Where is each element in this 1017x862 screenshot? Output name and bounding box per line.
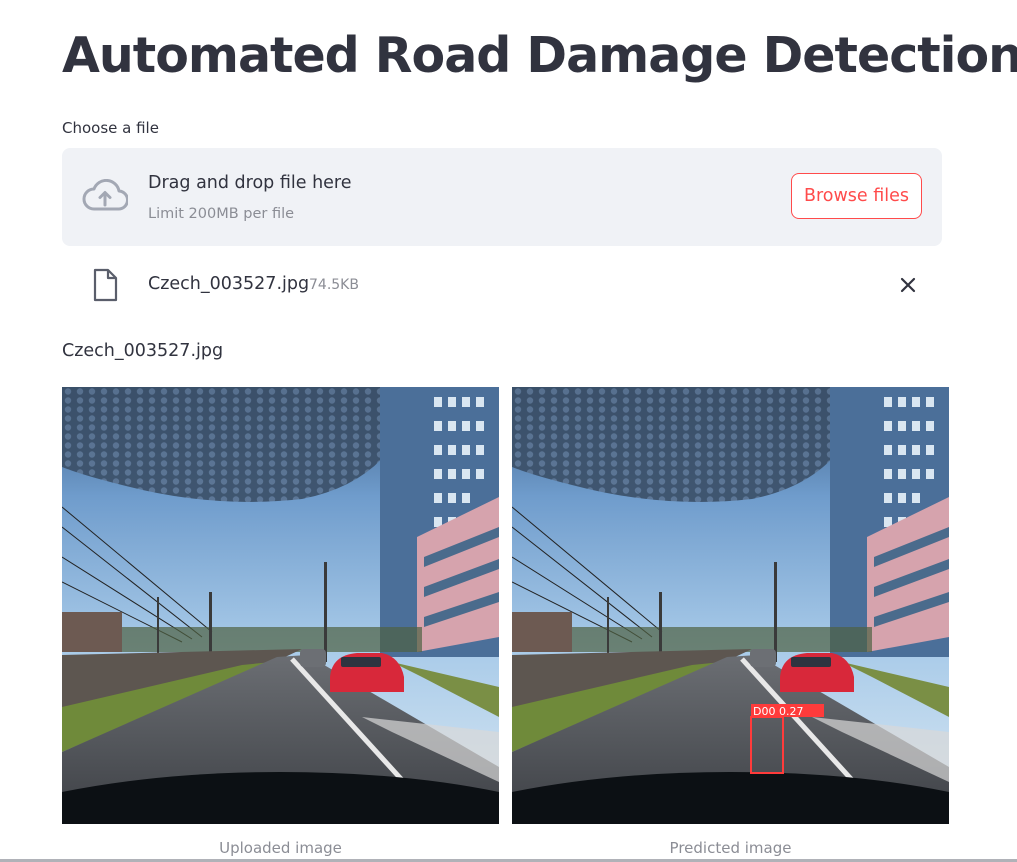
uploaded-file-size: 74.5KB [309, 277, 359, 293]
predicted-image: D00 0.27 [512, 387, 949, 824]
file-uploader-label: Choose a file [62, 119, 159, 137]
cloud-upload-icon [82, 179, 128, 211]
predicted-image-caption: Predicted image [669, 839, 792, 857]
close-icon[interactable] [897, 274, 919, 296]
uploaded-image-caption: Uploaded image [219, 839, 342, 857]
uploaded-file-row: Czech_003527.jpg 74.5KB [62, 262, 942, 308]
dropzone-limit: Limit 200MB per file [148, 206, 295, 222]
file-caption: Czech_003527.jpg [62, 341, 224, 361]
dropzone-instructions: Drag and drop file here [148, 173, 352, 193]
detection-label: D00 [753, 705, 775, 718]
browse-files-button[interactable]: Browse files [791, 173, 922, 219]
uploaded-file-name: Czech_003527.jpg [148, 274, 310, 294]
detection-confidence: 0.27 [779, 705, 804, 718]
svg-text:D00 0.27: D00 0.27 [753, 705, 803, 718]
uploaded-image [62, 387, 499, 824]
page-title: Automated Road Damage Detection [62, 27, 1017, 84]
file-icon [93, 268, 118, 302]
file-dropzone[interactable]: Drag and drop file here Limit 200MB per … [62, 148, 942, 246]
